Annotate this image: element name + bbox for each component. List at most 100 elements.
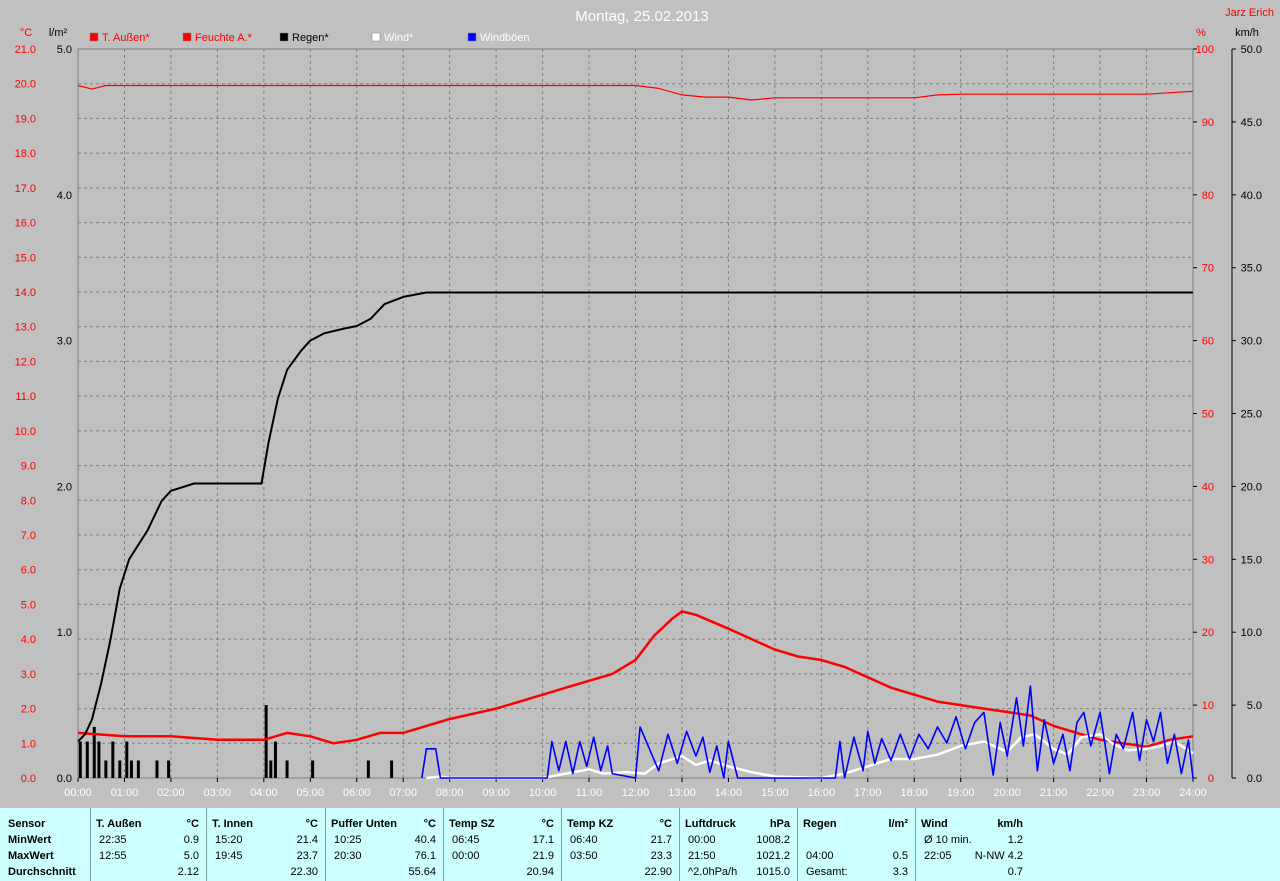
- stats-value: N-NW 4.2: [974, 850, 1023, 862]
- temp-tick-label: 8.0: [21, 495, 36, 507]
- temp-tick-label: 2.0: [21, 704, 36, 716]
- stats-time: 21:50: [688, 850, 716, 862]
- wind-tick-label: 35.0: [1241, 263, 1262, 275]
- stats-row-label: MaxWert: [8, 850, 54, 862]
- stats-time: 10:25: [334, 834, 362, 846]
- weather-chart: 00:00 01:00 02:00 03:00 04:00 05:00 06:00 07:00…: [15, 7, 1274, 799]
- stats-row-label: Sensor: [8, 818, 46, 830]
- stats-column: Temp KZ °C 06:40 21.7 03:50 23.3 22.90: [561, 808, 680, 881]
- humidity-tick-label: 30: [1202, 554, 1214, 566]
- humidity-tick-label: 10: [1202, 700, 1214, 712]
- wind-line: [426, 733, 1194, 780]
- stats-value: 17.1: [532, 834, 554, 846]
- rain-bar: [167, 760, 171, 778]
- stats-column-name: T. Außen: [96, 818, 142, 830]
- stats-time: 00:00: [452, 850, 480, 862]
- rain-tick-label: 5.0: [57, 44, 72, 56]
- humidity-axis-unit: %: [1196, 27, 1206, 39]
- rain-bar: [111, 741, 115, 778]
- stats-row-labels: Sensor MinWert MaxWert Durchschnitt: [0, 808, 90, 881]
- rain-bar: [129, 760, 133, 778]
- stats-value: 2.12: [177, 866, 199, 878]
- stats-value: 0.7: [1007, 866, 1023, 878]
- stats-value: 76.1: [414, 850, 436, 862]
- stats-column-name: Temp KZ: [567, 818, 614, 830]
- humidity-tick-label: 50: [1202, 409, 1214, 421]
- temp-tick-label: 16.0: [15, 218, 36, 230]
- stats-column-unit: °C: [541, 818, 554, 830]
- rain-bar: [85, 741, 89, 778]
- x-tick-label: 15:00: [761, 787, 789, 799]
- stats-column-unit: hPa: [769, 818, 790, 830]
- humidity-tick-label: 40: [1202, 481, 1214, 493]
- x-tick-label: 17:00: [854, 787, 882, 799]
- x-tick-label: 10:00: [529, 787, 557, 799]
- stats-value: 23.3: [650, 850, 672, 862]
- humidity-tick-label: 80: [1202, 190, 1214, 202]
- temp-tick-label: 18.0: [15, 148, 36, 160]
- rain-bar: [264, 705, 268, 778]
- x-tick-label: 06:00: [343, 787, 371, 799]
- stats-column-unit: °C: [186, 818, 199, 830]
- stats-row-label: MinWert: [8, 834, 52, 846]
- wind-tick-label: 10.0: [1241, 627, 1262, 639]
- temp-tick-label: 12.0: [15, 356, 36, 368]
- chart-title: Montag, 25.02.2013: [575, 8, 708, 25]
- legend-swatch: [89, 32, 99, 42]
- stats-column: T. Innen °C 15:20 21.4 19:45 23.7 22.30: [206, 808, 326, 881]
- legend-label: Wind*: [384, 32, 414, 44]
- stats-time: Ø 10 min.: [924, 834, 972, 846]
- temp-tick-label: 3.0: [21, 669, 36, 681]
- stats-value: 1015.0: [756, 866, 790, 878]
- temp-tick-label: 4.0: [21, 634, 36, 646]
- stats-value: 20.94: [526, 866, 554, 878]
- stats-value: 23.7: [296, 850, 318, 862]
- stats-value: 21.4: [296, 834, 318, 846]
- temp-tick-label: 19.0: [15, 113, 36, 125]
- x-tick-label: 16:00: [808, 787, 836, 799]
- stats-value: 22.90: [644, 866, 672, 878]
- rain-bar: [273, 741, 277, 778]
- stats-row-label: Durchschnitt: [8, 866, 76, 878]
- stats-column-unit: °C: [305, 818, 318, 830]
- legend-swatch: [467, 32, 477, 42]
- stats-value: 0.5: [892, 850, 908, 862]
- rain-bar: [104, 760, 108, 778]
- legend-label: T. Außen*: [102, 32, 150, 44]
- stats-time: Gesamt:: [806, 866, 848, 878]
- legend-swatch: [371, 32, 381, 42]
- temp-tick-label: 0.0: [21, 773, 36, 785]
- x-tick-label: 23:00: [1133, 787, 1161, 799]
- x-tick-label: 24:00: [1179, 787, 1207, 799]
- rain-bar: [125, 741, 129, 778]
- x-tick-label: 22:00: [1086, 787, 1114, 799]
- x-tick-label: 20:00: [993, 787, 1021, 799]
- temp-tick-label: 6.0: [21, 565, 36, 577]
- stats-time: 03:50: [570, 850, 598, 862]
- x-tick-label: 21:00: [1040, 787, 1068, 799]
- rain-bar: [366, 760, 370, 778]
- chart-grid: [77, 48, 1194, 779]
- x-tick-label: 18:00: [900, 787, 928, 799]
- temp-tick-label: 5.0: [21, 599, 36, 611]
- stats-column-name: Puffer Unten: [331, 818, 397, 830]
- legend-label: Regen*: [292, 32, 329, 44]
- author-label: Jarz Erich: [1225, 7, 1274, 19]
- rain-bar: [118, 760, 122, 778]
- x-tick-label: 07:00: [389, 787, 417, 799]
- wind-tick-label: 15.0: [1241, 554, 1262, 566]
- legend-label: Feuchte A.*: [195, 32, 253, 44]
- rain-bar: [78, 741, 82, 778]
- rain-tick-label: 1.0: [57, 627, 72, 639]
- stats-column-unit: km/h: [997, 818, 1023, 830]
- humidity-tick-label: 0: [1208, 773, 1214, 785]
- wind-tick-label: 5.0: [1247, 700, 1262, 712]
- temp-tick-label: 15.0: [15, 252, 36, 264]
- stats-time: 22:05: [924, 850, 952, 862]
- chart-legend: T. Außen* Feuchte A.* Regen* Wind* Windböen: [89, 32, 530, 44]
- stats-time: 19:45: [215, 850, 243, 862]
- x-tick-label: 12:00: [622, 787, 650, 799]
- temp-tick-label: 21.0: [15, 44, 36, 56]
- stats-value: 22.30: [290, 866, 318, 878]
- x-tick-label: 00:00: [64, 787, 92, 799]
